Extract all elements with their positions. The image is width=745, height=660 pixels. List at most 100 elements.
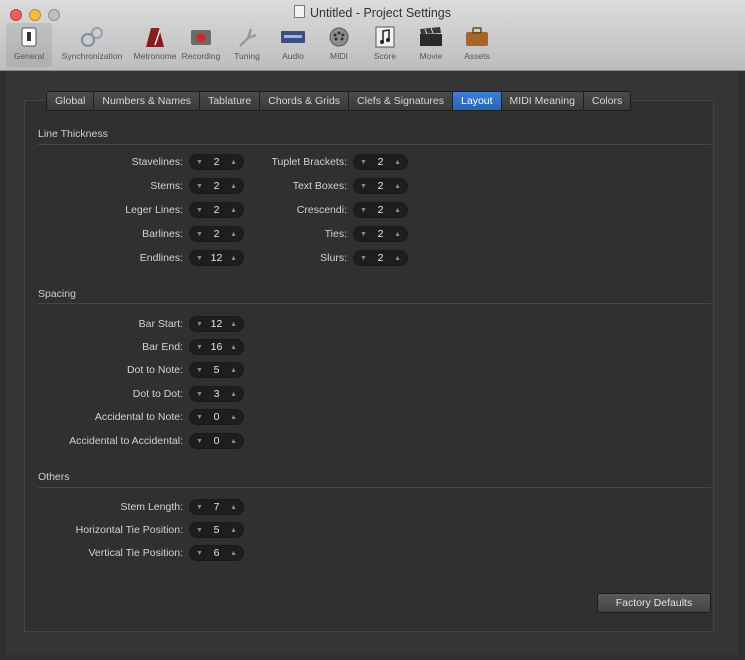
increment-icon[interactable]: ▲ [230,414,237,421]
toolbar-metronome[interactable]: Metronome [132,23,178,67]
setting-tuplet-brackets: Tuplet Brackets: ▼ 2 ▲ [220,152,408,172]
bar-end-stepper[interactable]: ▼ 16 ▲ [189,339,244,355]
increment-icon[interactable]: ▲ [230,550,237,557]
toolbar-audio[interactable]: Audio [270,23,316,67]
tuplet-brackets-stepper[interactable]: ▼ 2 ▲ [353,154,408,170]
toolbar-tuning[interactable]: Tuning [224,23,270,67]
increment-icon[interactable]: ▲ [394,159,401,166]
toolbar-assets[interactable]: Assets [454,23,500,67]
increment-icon[interactable]: ▲ [230,391,237,398]
decrement-icon[interactable]: ▼ [360,231,367,238]
decrement-icon[interactable]: ▼ [196,207,203,214]
setting-leger-lines: Leger Lines: ▼ 2 ▲ [0,200,244,220]
increment-icon[interactable]: ▲ [394,231,401,238]
slurs-stepper[interactable]: ▼ 2 ▲ [353,250,408,266]
decrement-icon[interactable]: ▼ [196,414,203,421]
setting-slurs: Slurs: ▼ 2 ▲ [220,248,408,268]
setting-label: Barlines: [142,228,183,240]
setting-label: Slurs: [320,252,347,264]
setting-label: Stavelines: [131,156,183,168]
increment-icon[interactable]: ▲ [230,504,237,511]
dot-to-note-stepper[interactable]: ▼ 5 ▲ [189,362,244,378]
document-icon [293,5,305,18]
tuning-fork-icon [234,25,260,49]
factory-defaults-button[interactable]: Factory Defaults [597,593,711,613]
setting-label: Accidental to Accidental: [69,435,183,447]
decrement-icon[interactable]: ▼ [360,207,367,214]
setting-label: Bar End: [142,341,183,353]
increment-icon[interactable]: ▲ [230,527,237,534]
setting-label: Leger Lines: [125,204,183,216]
setting-dot-to-note: Dot to Note: ▼ 5 ▲ [0,360,244,380]
toolbar-general[interactable]: General [6,23,52,67]
decrement-icon[interactable]: ▼ [196,391,203,398]
project-settings-window: Untitled - Project Settings General Sync… [0,0,745,660]
setting-stavelines: Stavelines: ▼ 2 ▲ [0,152,244,172]
accidental-to-accidental-stepper[interactable]: ▼ 0 ▲ [189,433,244,449]
record-icon [188,25,214,49]
decrement-icon[interactable]: ▼ [196,183,203,190]
tab-chords-grids[interactable]: Chords & Grids [260,92,350,110]
decrement-icon[interactable]: ▼ [196,321,203,328]
score-icon [372,25,398,49]
tab-clefs-signatures[interactable]: Clefs & Signatures [349,92,454,110]
text-boxes-stepper[interactable]: ▼ 2 ▲ [353,178,408,194]
increment-icon[interactable]: ▲ [230,367,237,374]
decrement-icon[interactable]: ▼ [196,255,203,262]
setting-accidental-to-accidental: Accidental to Accidental: ▼ 0 ▲ [0,431,244,451]
setting-label: Bar Start: [138,318,183,330]
section-divider [38,487,711,488]
setting-label: Horizontal Tie Position: [75,524,183,536]
tab-colors[interactable]: Colors [584,92,630,110]
assets-icon [464,25,490,49]
increment-icon[interactable]: ▲ [230,321,237,328]
section-title-spacing: Spacing [38,288,76,300]
decrement-icon[interactable]: ▼ [196,344,203,351]
increment-icon[interactable]: ▲ [230,344,237,351]
setting-label: Text Boxes: [292,180,347,192]
metronome-icon [142,25,168,49]
tab-global[interactable]: Global [47,92,95,110]
decrement-icon[interactable]: ▼ [196,438,203,445]
decrement-icon[interactable]: ▼ [196,231,203,238]
decrement-icon[interactable]: ▼ [360,255,367,262]
decrement-icon[interactable]: ▼ [196,367,203,374]
toolbar-recording[interactable]: Recording [178,23,224,67]
decrement-icon[interactable]: ▼ [360,159,367,166]
setting-label: Crescendi: [296,204,347,216]
toolbar-score[interactable]: Score [362,23,408,67]
increment-icon[interactable]: ▲ [230,438,237,445]
section-divider [38,303,711,304]
movie-icon [418,25,444,49]
tab-layout[interactable]: Layout [453,92,502,110]
setting-bar-start: Bar Start: ▼ 12 ▲ [0,314,244,334]
decrement-icon[interactable]: ▼ [196,159,203,166]
crescendi-stepper[interactable]: ▼ 2 ▲ [353,202,408,218]
horizontal-tie-position-stepper[interactable]: ▼ 5 ▲ [189,522,244,538]
toolbar-midi[interactable]: MIDI [316,23,362,67]
toolbar-synchronization[interactable]: Synchronization [52,23,132,67]
vertical-tie-position-stepper[interactable]: ▼ 6 ▲ [189,545,244,561]
dot-to-dot-stepper[interactable]: ▼ 3 ▲ [189,386,244,402]
decrement-icon[interactable]: ▼ [360,183,367,190]
setting-label: Ties: [324,228,347,240]
increment-icon[interactable]: ▲ [394,255,401,262]
accidental-to-note-stepper[interactable]: ▼ 0 ▲ [189,409,244,425]
window-title: Untitled - Project Settings [0,5,745,20]
tab-midi-meaning[interactable]: MIDI Meaning [502,92,584,110]
decrement-icon[interactable]: ▼ [196,550,203,557]
bar-start-stepper[interactable]: ▼ 12 ▲ [189,316,244,332]
decrement-icon[interactable]: ▼ [196,504,203,511]
stem-length-stepper[interactable]: ▼ 7 ▲ [189,499,244,515]
ties-stepper[interactable]: ▼ 2 ▲ [353,226,408,242]
toolbar-movie[interactable]: Movie [408,23,454,67]
tab-numbers-names[interactable]: Numbers & Names [94,92,201,110]
setting-label: Stem Length: [120,501,183,513]
setting-ties: Ties: ▼ 2 ▲ [220,224,408,244]
tab-tablature[interactable]: Tablature [200,92,261,110]
increment-icon[interactable]: ▲ [394,207,401,214]
setting-label: Tuplet Brackets: [271,156,347,168]
setting-crescendi: Crescendi: ▼ 2 ▲ [220,200,408,220]
increment-icon[interactable]: ▲ [394,183,401,190]
decrement-icon[interactable]: ▼ [196,527,203,534]
